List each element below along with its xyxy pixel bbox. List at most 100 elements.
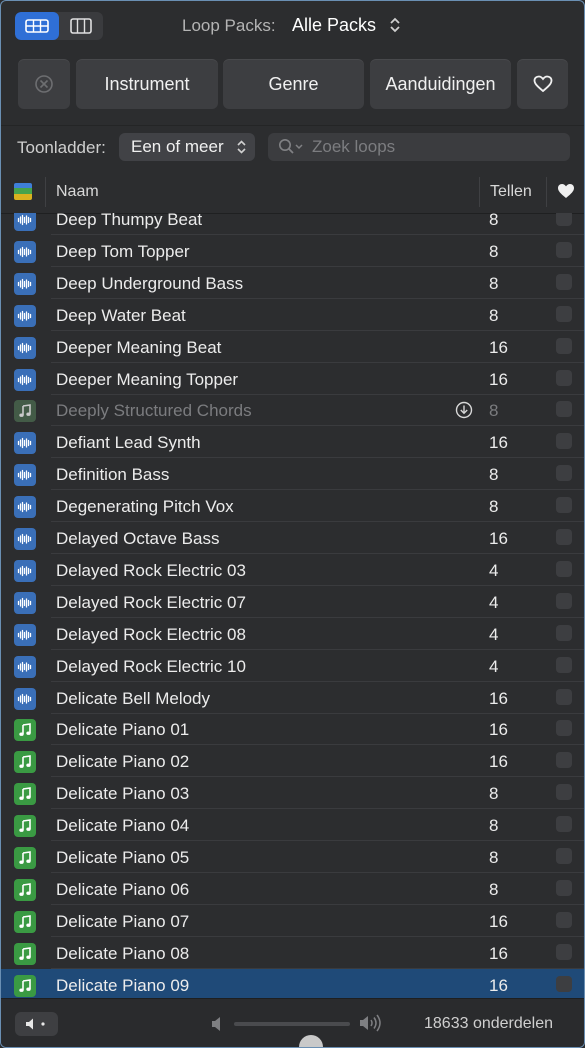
table-row[interactable]: Delicate Piano 03 8 bbox=[1, 777, 584, 810]
column-divider[interactable] bbox=[45, 177, 46, 207]
table-row[interactable]: Degenerating Pitch Vox 8 bbox=[1, 490, 584, 523]
favorite-checkbox[interactable] bbox=[556, 624, 572, 641]
favorite-checkbox[interactable] bbox=[556, 720, 572, 737]
button-view-toggle[interactable] bbox=[15, 12, 59, 40]
midi-loop-icon bbox=[14, 783, 36, 806]
loop-beats: 8 bbox=[489, 273, 499, 293]
column-divider[interactable] bbox=[546, 177, 547, 207]
favorite-checkbox[interactable] bbox=[556, 560, 572, 577]
scale-select-value: Een of meer bbox=[131, 137, 224, 156]
loop-beats: 16 bbox=[489, 688, 508, 708]
volume-slider[interactable] bbox=[234, 1022, 350, 1047]
column-view-toggle[interactable] bbox=[59, 12, 103, 40]
footer-bar: 18633 onderdelen bbox=[1, 998, 584, 1047]
favorite-checkbox[interactable] bbox=[556, 975, 572, 992]
volume-high-icon bbox=[360, 1014, 381, 1032]
table-row[interactable]: Deep Tom Topper 8 bbox=[1, 235, 584, 267]
column-header-beats[interactable]: Tellen bbox=[490, 183, 532, 201]
loop-beats: 4 bbox=[489, 624, 499, 644]
table-row[interactable]: Deeply Structured Chords 8 bbox=[1, 394, 584, 427]
table-row[interactable]: Delayed Rock Electric 08 4 bbox=[1, 618, 584, 650]
search-icon bbox=[279, 139, 303, 154]
table-row[interactable]: Delayed Octave Bass 16 bbox=[1, 522, 584, 554]
favorite-checkbox[interactable] bbox=[556, 305, 572, 322]
favorite-checkbox[interactable] bbox=[556, 848, 572, 864]
filter-button-row: Instrument Genre Aanduidingen bbox=[1, 53, 584, 113]
table-row[interactable]: Delayed Rock Electric 10 4 bbox=[1, 650, 584, 682]
loop-packs-select[interactable]: Alle Packs bbox=[292, 15, 376, 36]
table-row[interactable]: Delicate Piano 01 16 bbox=[1, 713, 584, 746]
column-header-name[interactable]: Naam bbox=[56, 183, 99, 201]
loop-beats: 16 bbox=[489, 369, 508, 389]
favorite-checkbox[interactable] bbox=[556, 465, 572, 482]
audio-loop-icon bbox=[14, 336, 36, 359]
column-divider[interactable] bbox=[479, 177, 480, 207]
favorite-checkbox[interactable] bbox=[556, 592, 572, 609]
clear-filter-button[interactable] bbox=[18, 59, 70, 109]
table-row[interactable]: Deep Underground Bass 8 bbox=[1, 267, 584, 299]
favorite-checkbox[interactable] bbox=[556, 337, 572, 354]
table-row[interactable]: Delicate Piano 06 8 bbox=[1, 873, 584, 905]
loop-beats: 8 bbox=[489, 784, 499, 804]
table-row[interactable]: Deeper Meaning Topper 16 bbox=[1, 363, 584, 395]
favorite-checkbox[interactable] bbox=[556, 911, 572, 928]
table-row[interactable]: Deeper Meaning Beat 16 bbox=[1, 331, 584, 363]
table-row[interactable]: Deep Thumpy Beat 8 bbox=[1, 213, 584, 235]
favorite-checkbox[interactable] bbox=[556, 369, 572, 386]
audio-loop-icon bbox=[14, 496, 36, 519]
chevron-updown-icon[interactable] bbox=[388, 15, 402, 35]
table-row[interactable]: Delicate Piano 05 8 bbox=[1, 841, 584, 873]
loop-name: Deeply Structured Chords bbox=[56, 401, 252, 421]
search-input[interactable] bbox=[310, 136, 554, 158]
favorite-checkbox[interactable] bbox=[556, 273, 572, 290]
table-row[interactable]: Delayed Rock Electric 03 4 bbox=[1, 554, 584, 586]
table-row[interactable]: Delicate Piano 08 16 bbox=[1, 937, 584, 969]
favorite-checkbox[interactable] bbox=[556, 752, 572, 769]
table-row[interactable]: Delicate Piano 07 16 bbox=[1, 905, 584, 937]
scale-select[interactable]: Een of meer bbox=[119, 133, 255, 161]
loop-name: Delicate Piano 09 bbox=[56, 975, 190, 995]
table-row[interactable]: Deep Water Beat 8 bbox=[1, 299, 584, 331]
download-icon[interactable] bbox=[455, 401, 473, 424]
favorite-checkbox[interactable] bbox=[556, 656, 572, 673]
table-row[interactable]: Defiant Lead Synth 16 bbox=[1, 426, 584, 459]
favorite-checkbox[interactable] bbox=[556, 816, 572, 833]
loop-beats: 16 bbox=[489, 975, 508, 995]
table-row[interactable]: Delayed Rock Electric 07 4 bbox=[1, 586, 584, 618]
table-row[interactable]: Delicate Piano 02 16 bbox=[1, 745, 584, 778]
preview-speaker-button[interactable] bbox=[15, 1012, 58, 1036]
audio-loop-icon bbox=[14, 304, 36, 327]
loop-name: Defiant Lead Synth bbox=[56, 433, 201, 453]
favorite-checkbox[interactable] bbox=[556, 213, 572, 226]
chevron-updown-icon bbox=[237, 140, 246, 154]
favorite-checkbox[interactable] bbox=[556, 529, 572, 545]
table-row[interactable]: Delicate Piano 09 16 bbox=[1, 968, 584, 998]
favorite-checkbox[interactable] bbox=[556, 433, 572, 450]
volume-slider-knob[interactable] bbox=[298, 1035, 323, 1047]
loop-table[interactable]: Deep Thumpy Beat 8 Deep Tom Topper 8 Deep Un… bbox=[1, 213, 584, 998]
loop-type-icon[interactable] bbox=[14, 183, 32, 200]
instrument-filter-button[interactable]: Instrument bbox=[76, 59, 218, 109]
loop-beats: 16 bbox=[489, 943, 508, 963]
descriptors-filter-button[interactable]: Aanduidingen bbox=[370, 59, 511, 109]
loop-name: Delicate Piano 02 bbox=[56, 752, 190, 772]
loop-beats: 8 bbox=[489, 848, 499, 867]
loop-name: Delicate Piano 03 bbox=[56, 784, 190, 804]
favorite-checkbox[interactable] bbox=[556, 784, 572, 801]
table-row[interactable]: Definition Bass 8 bbox=[1, 458, 584, 491]
heart-icon[interactable] bbox=[557, 183, 575, 199]
favorites-filter-button[interactable] bbox=[517, 59, 568, 109]
favorite-checkbox[interactable] bbox=[556, 401, 572, 418]
loop-name: Delicate Piano 01 bbox=[56, 720, 190, 740]
genre-filter-button[interactable]: Genre bbox=[223, 59, 364, 109]
loop-name: Delayed Rock Electric 03 bbox=[56, 560, 246, 580]
table-row[interactable]: Delicate Bell Melody 16 bbox=[1, 682, 584, 714]
favorite-checkbox[interactable] bbox=[556, 943, 572, 960]
favorite-checkbox[interactable] bbox=[556, 879, 572, 896]
table-row[interactable]: Delicate Piano 04 8 bbox=[1, 809, 584, 842]
loop-name: Deep Thumpy Beat bbox=[56, 213, 203, 229]
search-field[interactable] bbox=[268, 133, 570, 161]
favorite-checkbox[interactable] bbox=[556, 497, 572, 514]
favorite-checkbox[interactable] bbox=[556, 241, 572, 258]
favorite-checkbox[interactable] bbox=[556, 688, 572, 705]
